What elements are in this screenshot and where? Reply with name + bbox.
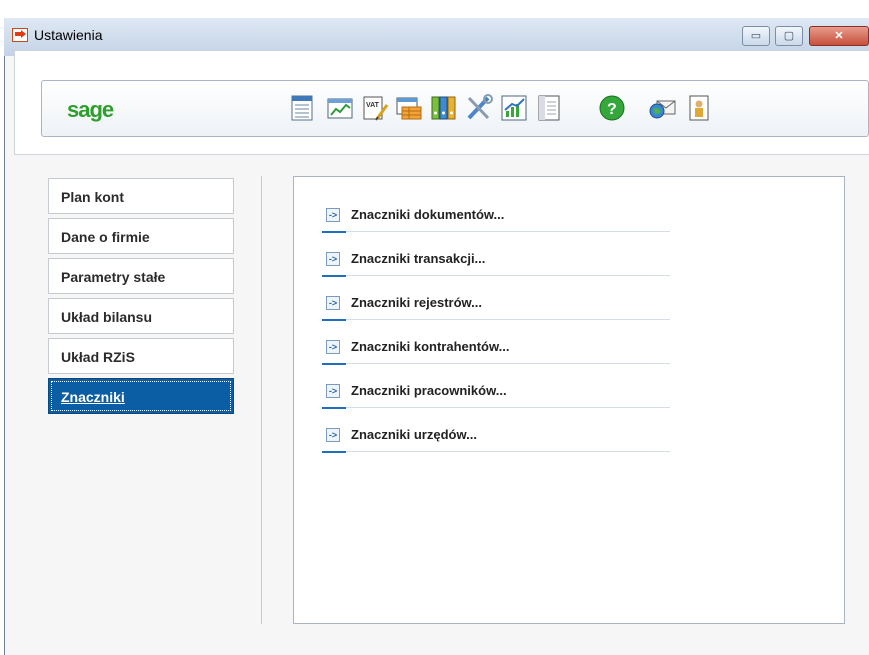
arrow-icon: ->: [326, 428, 340, 442]
link-label[interactable]: Znaczniki urzędów...: [351, 427, 477, 442]
user-card-icon[interactable]: [684, 93, 714, 123]
sidebar-item-znaczniki[interactable]: Znaczniki: [48, 378, 234, 414]
arrow-icon: ->: [326, 252, 340, 266]
sage-logo: sage: [67, 97, 114, 122]
link-label[interactable]: Znaczniki pracowników...: [351, 383, 507, 398]
divider: [261, 176, 262, 624]
link-znaczniki-dokumentow[interactable]: -> Znaczniki dokumentów...: [322, 204, 670, 236]
svg-text:?: ?: [607, 101, 617, 118]
arrow-icon: ->: [326, 296, 340, 310]
minimize-button[interactable]: ▭: [742, 26, 770, 46]
link-label[interactable]: Znaczniki kontrahentów...: [351, 339, 509, 354]
svg-text:VAT: VAT: [366, 102, 380, 109]
app-icon: [12, 28, 28, 42]
link-underline: [322, 275, 670, 277]
link-underline: [322, 407, 670, 409]
link-znaczniki-pracownikow[interactable]: -> Znaczniki pracowników...: [322, 380, 670, 412]
toolbar: sage VAT ?: [41, 80, 869, 137]
link-znaczniki-urzedow[interactable]: -> Znaczniki urzędów...: [322, 424, 670, 456]
mail-globe-icon[interactable]: [648, 93, 678, 123]
sidebar-item-uklad-rzis[interactable]: Układ RZiS: [48, 338, 234, 374]
arrow-icon: ->: [326, 340, 340, 354]
financial-report-icon[interactable]: [325, 93, 355, 123]
link-label[interactable]: Znaczniki dokumentów...: [351, 207, 504, 222]
link-znaczniki-transakcji[interactable]: -> Znaczniki transakcji...: [322, 248, 670, 280]
help-icon[interactable]: ?: [597, 93, 627, 123]
link-label[interactable]: Znaczniki rejestrów...: [351, 295, 482, 310]
link-underline: [322, 363, 670, 365]
binders-icon[interactable]: [429, 93, 459, 123]
link-underline: [322, 451, 670, 453]
register-icon[interactable]: [394, 93, 424, 123]
link-underline: [322, 231, 670, 233]
chart-of-accounts-icon[interactable]: [288, 93, 318, 123]
arrow-icon: ->: [326, 384, 340, 398]
growth-chart-icon[interactable]: [499, 93, 529, 123]
arrow-icon: ->: [326, 208, 340, 222]
sidebar-item-uklad-bilansu[interactable]: Układ bilansu: [48, 298, 234, 334]
link-underline: [322, 319, 670, 321]
link-znaczniki-rejestrow[interactable]: -> Znaczniki rejestrów...: [322, 292, 670, 324]
tools-icon[interactable]: [464, 93, 494, 123]
ledger-icon[interactable]: [534, 93, 564, 123]
link-label[interactable]: Znaczniki transakcji...: [351, 251, 485, 266]
close-button[interactable]: ✕: [809, 26, 869, 46]
sidebar-item-dane-o-firmie[interactable]: Dane o firmie: [48, 218, 234, 254]
sidebar-item-plan-kont[interactable]: Plan kont: [48, 178, 234, 214]
vat-document-icon[interactable]: VAT: [360, 93, 390, 123]
window-title: Ustawienia: [34, 27, 103, 43]
sidebar-item-parametry-stale[interactable]: Parametry stałe: [48, 258, 234, 294]
link-znaczniki-kontrahentow[interactable]: -> Znaczniki kontrahentów...: [322, 336, 670, 368]
maximize-button[interactable]: ▢: [775, 26, 803, 46]
